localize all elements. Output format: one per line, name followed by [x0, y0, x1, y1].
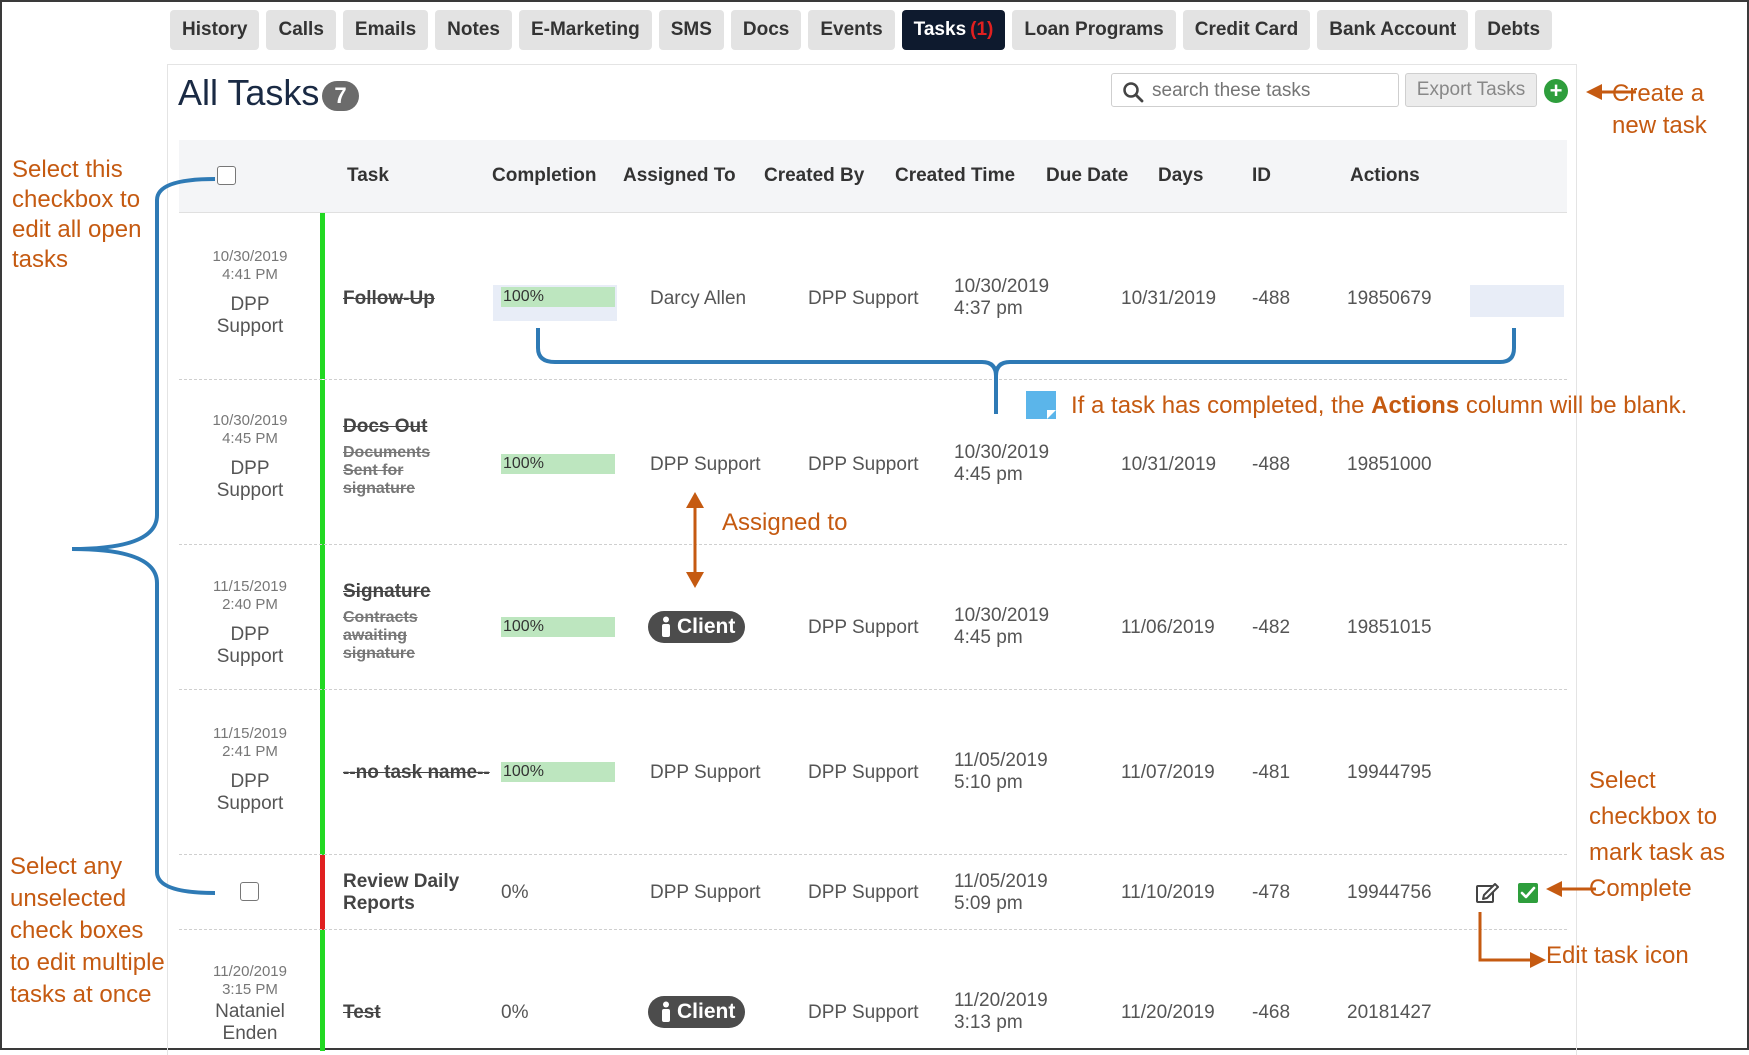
- select-all-brace: [72, 179, 215, 893]
- annotation-actions-blank: If a task has completed, the Actions col…: [1071, 390, 1687, 422]
- annotation-select-multiple: Select any unselected check boxes to edi…: [10, 851, 170, 1011]
- create-arrow-head: [1586, 84, 1602, 100]
- assigned-arrow-up: [686, 492, 704, 508]
- annotation-overlay: [0, 0, 1749, 1050]
- annotation-create-task: Create a new task: [1612, 78, 1722, 142]
- note-icon: [1026, 391, 1056, 419]
- annotation-actions-bold: Actions: [1371, 392, 1459, 419]
- annotation-assigned-to: Assigned to: [722, 507, 847, 539]
- assigned-arrow-down: [686, 572, 704, 588]
- annotation-actions-pre: If a task has completed, the: [1071, 392, 1371, 419]
- annotation-select-all: Select this checkbox to edit all open ta…: [12, 155, 162, 275]
- annotation-actions-post: column will be blank.: [1459, 392, 1687, 419]
- edit-arrow-head: [1530, 952, 1546, 968]
- annotation-edit-icon: Edit task icon: [1546, 940, 1689, 972]
- edit-arrow-line: [1480, 912, 1532, 960]
- complete-arrow-head: [1546, 881, 1562, 897]
- annotation-mark-complete: Select checkbox to mark task as Complete: [1589, 763, 1739, 907]
